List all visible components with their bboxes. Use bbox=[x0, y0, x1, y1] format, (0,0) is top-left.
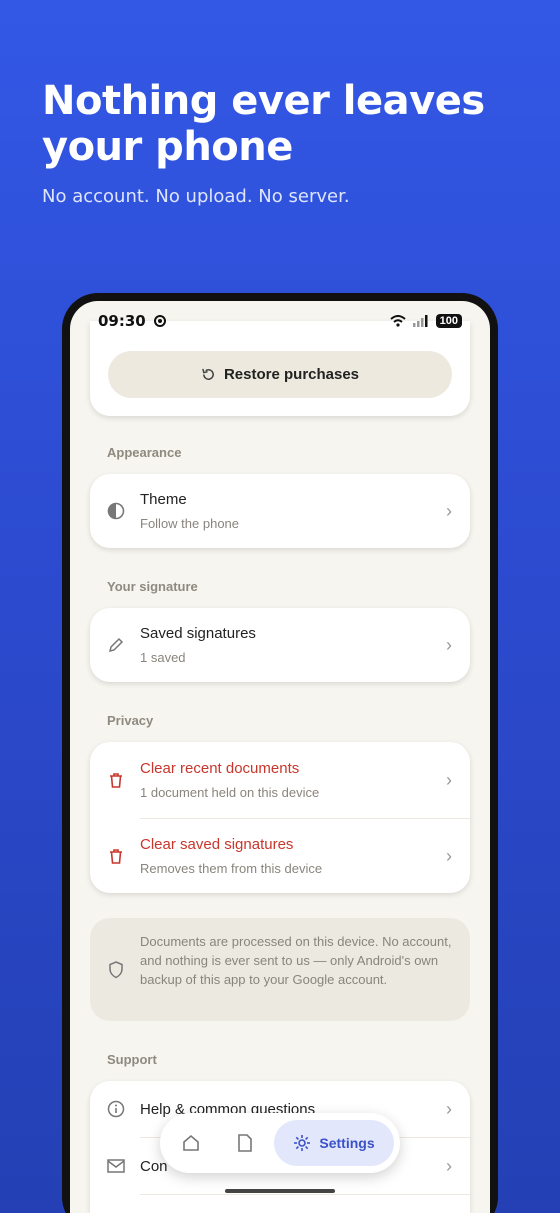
theme-title: Theme bbox=[140, 491, 187, 508]
phone-screen: 09:30 100 Restore purchases Appearance T… bbox=[70, 301, 490, 1213]
saved-signatures-title: Saved signatures bbox=[140, 625, 256, 642]
privacy-info-card: Documents are processed on this device. … bbox=[90, 918, 470, 1021]
chevron-right-icon: › bbox=[446, 845, 452, 866]
theme-subtitle: Follow the phone bbox=[140, 516, 240, 531]
hero-subtitle: No account. No upload. No server. bbox=[42, 186, 350, 207]
hero: Nothing ever leaves your phone No accoun… bbox=[42, 78, 522, 207]
home-icon bbox=[183, 1134, 199, 1151]
trash-icon bbox=[106, 846, 126, 866]
signal-icon bbox=[412, 315, 428, 327]
status-bar: 09:30 100 bbox=[70, 301, 490, 341]
signatures-card: Saved signatures 1 saved › bbox=[90, 608, 470, 682]
status-time: 09:30 bbox=[98, 312, 146, 330]
saved-signatures-subtitle: 1 saved bbox=[140, 650, 186, 665]
clear-documents-row[interactable]: Clear recent documents 1 document held o… bbox=[90, 742, 470, 818]
saved-signatures-row[interactable]: Saved signatures 1 saved › bbox=[90, 608, 470, 682]
wifi-icon bbox=[389, 315, 406, 327]
nav-settings-label: Settings bbox=[319, 1135, 375, 1151]
clear-signatures-row[interactable]: Clear saved signatures Removes them from… bbox=[90, 819, 470, 893]
chevron-right-icon: › bbox=[446, 1098, 452, 1119]
pen-icon bbox=[106, 635, 126, 655]
clear-signatures-subtitle: Removes them from this device bbox=[140, 861, 323, 876]
battery-icon: 100 bbox=[435, 314, 462, 328]
gesture-home-bar bbox=[225, 1189, 335, 1193]
clear-signatures-title: Clear saved signatures bbox=[140, 836, 294, 853]
restore-icon bbox=[202, 368, 214, 380]
chevron-right-icon: › bbox=[446, 769, 452, 790]
row-divider bbox=[140, 1194, 470, 1195]
privacy-card: Clear recent documents 1 document held o… bbox=[90, 742, 470, 893]
clear-documents-subtitle: 1 document held on this device bbox=[140, 785, 320, 800]
phone-frame: 09:30 100 Restore purchases Appearance T… bbox=[62, 293, 498, 1213]
chevron-right-icon: › bbox=[446, 634, 452, 655]
restore-purchases-button[interactable]: Restore purchases bbox=[108, 351, 452, 398]
clear-documents-title: Clear recent documents bbox=[140, 760, 300, 777]
theme-card: Theme Follow the phone › bbox=[90, 474, 470, 548]
settings-content: Restore purchases Appearance Theme Follo… bbox=[70, 321, 490, 1213]
restore-purchases-label: Restore purchases bbox=[223, 366, 360, 383]
section-signature: Your signature bbox=[107, 579, 198, 594]
shield-icon bbox=[106, 960, 126, 980]
nav-documents-button[interactable] bbox=[220, 1120, 270, 1166]
section-support: Support bbox=[107, 1052, 157, 1067]
notification-icon bbox=[153, 315, 166, 327]
chevron-right-icon: › bbox=[446, 500, 452, 521]
info-icon bbox=[106, 1099, 126, 1119]
bottom-navigation: Settings bbox=[160, 1113, 400, 1173]
nav-settings-button[interactable]: Settings bbox=[274, 1120, 394, 1166]
settings-icon bbox=[294, 1135, 311, 1151]
hero-title: Nothing ever leaves your phone bbox=[42, 78, 485, 170]
mail-icon bbox=[106, 1156, 126, 1176]
chevron-right-icon: › bbox=[446, 1155, 452, 1176]
document-icon bbox=[238, 1134, 252, 1152]
contrast-icon bbox=[106, 501, 126, 521]
nav-home-button[interactable] bbox=[166, 1120, 216, 1166]
theme-row[interactable]: Theme Follow the phone › bbox=[90, 474, 470, 548]
trash-icon bbox=[106, 770, 126, 790]
section-appearance: Appearance bbox=[107, 445, 182, 460]
section-privacy: Privacy bbox=[107, 713, 154, 728]
privacy-info-text: Documents are processed on this device. … bbox=[140, 934, 452, 987]
